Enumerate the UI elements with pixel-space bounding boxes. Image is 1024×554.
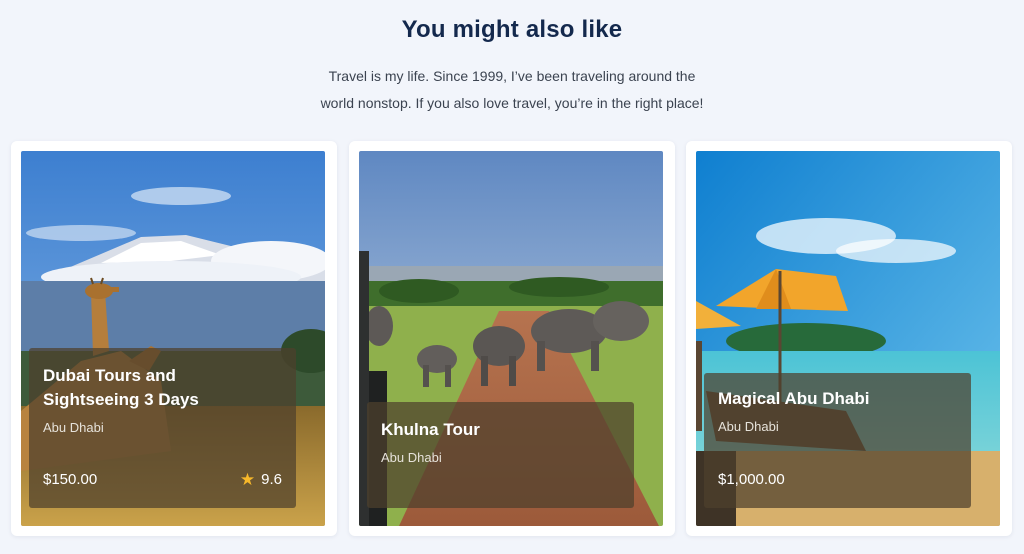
tour-card-khulna-tour[interactable]: Khulna Tour Abu Dhabi xyxy=(349,141,675,536)
tour-price: $150.00 xyxy=(43,471,98,488)
tour-title[interactable]: Dubai Tours and Sightseeing 3 Days xyxy=(43,348,282,412)
subtitle-line-1: Travel is my life. Since 1999, I’ve been… xyxy=(328,68,696,84)
tour-location: Abu Dhabi xyxy=(381,450,442,465)
tour-card-overlay: Dubai Tours and Sightseeing 3 Days Abu D… xyxy=(29,348,296,508)
tour-card-magical-abu-dhabi[interactable]: Magical Abu Dhabi Abu Dhabi $1,000.00 xyxy=(686,141,1012,536)
tour-footer: $150.00 ★ 9.6 xyxy=(43,471,282,488)
tour-title[interactable]: Magical Abu Dhabi xyxy=(718,373,957,411)
section-title: You might also like xyxy=(401,16,623,43)
tour-location: Abu Dhabi xyxy=(43,420,104,435)
tour-card-overlay: Magical Abu Dhabi Abu Dhabi $1,000.00 xyxy=(704,373,971,508)
tour-card-overlay: Khulna Tour Abu Dhabi xyxy=(367,402,634,508)
tour-price: $1,000.00 xyxy=(718,471,785,488)
rating-value: 9.6 xyxy=(261,471,282,488)
tour-card-dubai-tours[interactable]: Dubai Tours and Sightseeing 3 Days Abu D… xyxy=(11,141,337,536)
tour-location: Abu Dhabi xyxy=(718,419,779,434)
tour-title[interactable]: Khulna Tour xyxy=(381,402,620,442)
section-subtitle: Travel is my life. Since 1999, I’ve been… xyxy=(262,63,762,117)
tour-footer: $1,000.00 xyxy=(718,471,957,488)
related-tours-section: You might also like Travel is my life. S… xyxy=(0,0,1024,554)
star-icon: ★ xyxy=(239,470,256,489)
subtitle-line-2: world nonstop. If you also love travel, … xyxy=(320,95,704,111)
tour-rating: ★ 9.6 xyxy=(240,471,282,488)
